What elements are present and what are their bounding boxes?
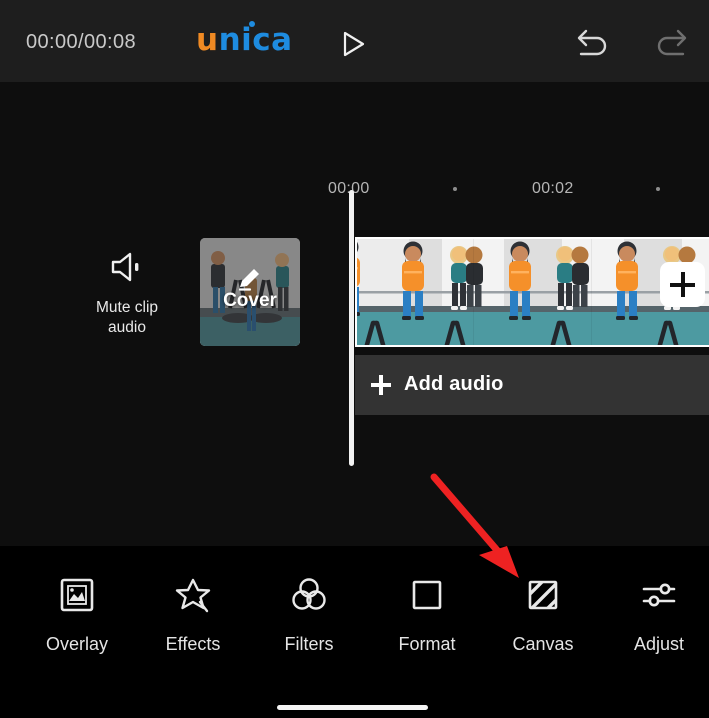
ruler-tick-0 <box>453 187 457 191</box>
sliders-icon <box>600 572 709 618</box>
ruler-tick-1 <box>656 187 660 191</box>
video-editor-screen: 00:00/00:08 unica 00:00 00:02 Mute clip … <box>0 0 709 718</box>
add-audio-label: Add audio <box>404 373 504 395</box>
logo-dot-icon <box>249 21 255 27</box>
undo-arrow-icon <box>577 29 607 56</box>
home-indicator-bar[interactable] <box>277 705 428 710</box>
toolbar-label-format: Format <box>398 634 456 654</box>
mute-label-line2: audio <box>108 319 146 336</box>
bottom-toolbar: Overlay Effects Filters Format Canvas Ad… <box>0 546 709 718</box>
play-triangle-icon <box>343 31 365 57</box>
top-header-bar: 00:00/00:08 unica <box>0 0 709 82</box>
hatched-square-icon <box>484 572 602 618</box>
toolbar-label-effects: Effects <box>165 634 221 654</box>
toolbar-label-adjust: Adjust <box>633 634 685 654</box>
star-wand-icon <box>134 572 252 618</box>
three-circles-icon <box>250 572 368 618</box>
redo-arrow-icon <box>657 29 687 56</box>
square-icon <box>368 572 486 618</box>
mute-label-line1: Mute clip <box>95 299 159 316</box>
toolbar-item-adjust[interactable]: Adjust <box>600 572 709 655</box>
toolbar-item-overlay[interactable]: Overlay <box>18 572 136 655</box>
toolbar-label-overlay: Overlay <box>45 634 108 654</box>
video-track-clip[interactable] <box>355 237 709 347</box>
image-overlay-icon <box>18 572 136 618</box>
toolbar-label-canvas: Canvas <box>512 634 574 654</box>
redo-button[interactable] <box>655 27 691 59</box>
toolbar-item-filters[interactable]: Filters <box>250 572 368 655</box>
toolbar-item-canvas[interactable]: Canvas <box>484 572 602 655</box>
ruler-label-1: 00:02 <box>532 180 574 197</box>
cover-label: Cover <box>223 290 277 311</box>
gym-clip-thumbnails <box>357 239 709 345</box>
mute-clip-audio-button[interactable]: Mute clip audio <box>88 250 166 338</box>
plus-icon <box>371 375 391 395</box>
timeline-ruler[interactable]: 00:00 00:02 <box>0 82 709 197</box>
undo-button[interactable] <box>573 27 609 59</box>
play-button[interactable] <box>337 28 369 60</box>
toolbar-item-effects[interactable]: Effects <box>134 572 252 655</box>
toolbar-label-filters: Filters <box>284 634 334 654</box>
playback-time-display: 00:00/00:08 <box>26 31 137 53</box>
app-logo: unica <box>196 22 293 58</box>
playhead-indicator[interactable] <box>349 190 354 466</box>
logo-letter-u: u <box>196 22 219 58</box>
pencil-edit-icon <box>238 269 259 291</box>
toolbar-item-format[interactable]: Format <box>368 572 486 655</box>
cover-thumbnail-button[interactable]: Cover <box>200 238 300 346</box>
add-clip-button[interactable] <box>660 262 705 307</box>
speaker-mute-icon <box>111 252 139 282</box>
logo-letters-nica: nica <box>218 22 293 58</box>
add-audio-track[interactable]: Add audio <box>355 355 709 415</box>
